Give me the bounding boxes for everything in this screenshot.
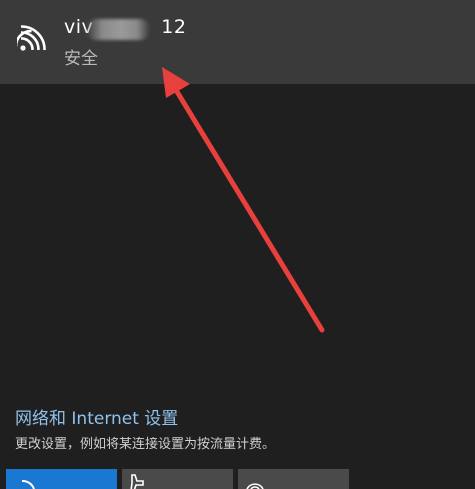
hotspot-icon [246,483,264,489]
wifi-icon [21,480,35,489]
network-name-suffix: 12 [161,16,187,38]
wifi-toggle-tile[interactable] [6,469,117,489]
network-internet-settings-link[interactable]: 网络和 Internet 设置 [15,404,178,429]
quick-action-tiles [0,469,475,489]
network-settings-description: 更改设置，例如将某连接设置为按流量计费。 [15,437,276,452]
airplane-mode-tile[interactable] [122,469,233,489]
network-security-status: 安全 [64,49,98,69]
mobile-hotspot-tile[interactable] [238,469,349,489]
wifi-icon [17,25,46,51]
redacted-network-name [86,19,150,40]
wifi-network-item[interactable]: viv 12 安全 [0,0,475,84]
airplane-icon [130,474,144,489]
network-flyout: viv 12 安全 网络和 Internet 设置 更改设置，例如将某连接设置为按… [0,0,475,489]
